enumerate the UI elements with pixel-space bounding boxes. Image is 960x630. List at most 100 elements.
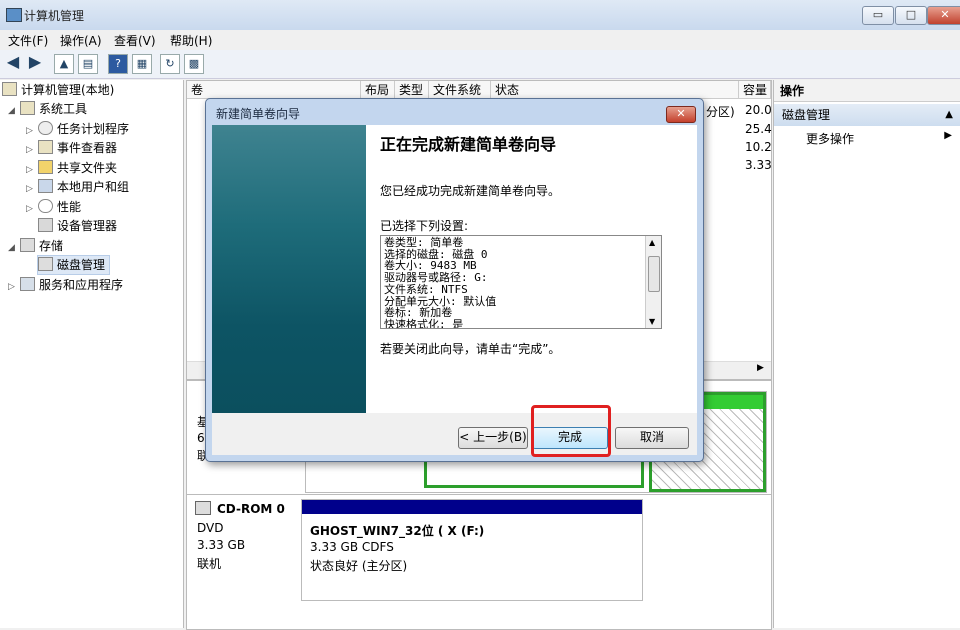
tree-performance[interactable]: ▷ 性能	[26, 198, 81, 216]
tree-shared-folders[interactable]: ▷ 共享文件夹	[26, 159, 117, 177]
storage-icon	[20, 238, 35, 252]
disk-icon	[38, 257, 53, 271]
settings-listbox[interactable]: 卷类型: 简单卷 选择的磁盘: 磁盘 0 卷大小: 9483 MB 驱动器号或路…	[380, 235, 662, 329]
wizard-close-button[interactable]: ✕	[666, 106, 696, 123]
tree-disk-management[interactable]: 磁盘管理	[36, 255, 111, 275]
settings-scrollbar[interactable]: ▲ ▼	[645, 236, 661, 328]
collapse-icon[interactable]: ◢	[8, 239, 18, 257]
expand-icon[interactable]: ▷	[26, 180, 36, 198]
minimize-button[interactable]: ▭	[862, 6, 894, 25]
column-header-status[interactable]: 状态	[491, 81, 739, 99]
wizard-body: 正在完成新建简单卷向导 您已经成功完成新建简单卷向导。 已选择下列设置: 卷类型…	[212, 125, 697, 413]
back-button[interactable]: < 上一步(B)	[458, 427, 528, 449]
cdrom-volume-size: 3.33 GB CDFS	[310, 540, 394, 554]
expand-icon[interactable]: ▷	[26, 122, 36, 140]
new-simple-volume-wizard: 新建简单卷向导 ✕ 正在完成新建简单卷向导 您已经成功完成新建简单卷向导。 已选…	[205, 98, 704, 462]
expand-icon[interactable]: ▷	[8, 278, 18, 296]
close-button[interactable]: ✕	[927, 6, 960, 25]
refresh-icon[interactable]: ↻	[160, 54, 180, 74]
tree-device-manager[interactable]: 设备管理器	[38, 217, 117, 235]
menu-action[interactable]: 操作(A)	[60, 32, 102, 49]
show-hide-tree-icon[interactable]: ▤	[78, 54, 98, 74]
help-icon[interactable]: ?	[108, 54, 128, 74]
title-bar: 计算机管理 ▭ □ ✕	[0, 0, 960, 31]
tree-local-users[interactable]: ▷ 本地用户和组	[26, 178, 129, 196]
tools-icon	[20, 101, 35, 115]
wizard-title: 新建简单卷向导	[216, 107, 301, 121]
computer-icon	[2, 82, 17, 96]
wizard-close-tip: 若要关闭此向导，请单击“完成”。	[380, 342, 561, 356]
menu-view[interactable]: 查看(V)	[114, 32, 156, 49]
tree-system-tools[interactable]: ◢ 系统工具	[8, 100, 87, 118]
tree-task-scheduler[interactable]: ▷ 任务计划程序	[26, 120, 129, 138]
actions-header: 操作	[774, 80, 960, 102]
cdrom-icon	[195, 501, 211, 515]
settings-lines: 卷类型: 简单卷 选择的磁盘: 磁盘 0 卷大小: 9483 MB 驱动器号或路…	[384, 236, 496, 329]
cdrom-volume[interactable]: GHOST_WIN7_32位 ( X (F:) 3.33 GB CDFS 状态良…	[301, 499, 643, 601]
column-header-volume[interactable]: 卷	[187, 81, 361, 99]
cdrom-type: DVD	[197, 521, 224, 535]
cdrom-volume-status: 状态良好 (主分区)	[310, 559, 408, 573]
capacity-cell: 3.33	[745, 158, 772, 172]
export-icon[interactable]: ▩	[184, 54, 204, 74]
users-icon	[38, 179, 53, 193]
capacity-cell: 10.2	[745, 140, 772, 154]
expand-icon[interactable]: ▷	[26, 161, 36, 179]
performance-icon	[38, 199, 53, 213]
cancel-button[interactable]: 取消	[615, 427, 689, 449]
wizard-done-text: 您已经成功完成新建简单卷向导。	[380, 184, 561, 198]
scroll-thumb[interactable]	[648, 256, 660, 292]
back-arrow-icon[interactable]: ◀	[4, 54, 22, 72]
services-icon	[20, 277, 35, 291]
finish-highlight-annotation	[531, 405, 611, 457]
submenu-arrow-icon: ▶	[944, 130, 952, 141]
navigation-tree: 计算机管理(本地) ◢ 系统工具 ▷ 任务计划程序 ▷ 事件查看器 ▷ 共享文件夹 ▷ 本…	[0, 80, 184, 628]
actions-pane: 操作 磁盘管理 ▲ 更多操作 ▶	[773, 80, 960, 628]
setting-line: 快速格式化: 是	[384, 317, 464, 329]
tree-root[interactable]: 计算机管理(本地)	[2, 81, 114, 99]
status-cell: 分区)	[706, 105, 735, 119]
capacity-cell: 20.0	[745, 103, 772, 117]
scroll-down-icon[interactable]: ▼	[649, 317, 655, 326]
event-log-icon	[38, 140, 53, 154]
expand-icon[interactable]: ▷	[26, 141, 36, 159]
clock-icon	[38, 121, 53, 135]
expand-icon[interactable]: ▷	[26, 200, 36, 218]
column-header-filesystem[interactable]: 文件系统	[429, 81, 491, 99]
setting-line: 文件系统: NTFS	[384, 282, 468, 296]
menu-bar: 文件(F) 操作(A) 查看(V) 帮助(H)	[0, 30, 960, 50]
cdrom-size: 3.33 GB	[197, 538, 246, 552]
cdrom-state: 联机	[197, 557, 222, 571]
window-title: 计算机管理	[24, 9, 85, 23]
column-header-layout[interactable]: 布局	[361, 81, 395, 99]
disk0-size: 6	[197, 431, 205, 445]
wizard-heading: 正在完成新建简单卷向导	[380, 135, 557, 154]
cdrom-volume-name: GHOST_WIN7_32位 ( X (F:)	[310, 524, 485, 538]
tree-services[interactable]: ▷ 服务和应用程序	[8, 276, 123, 294]
cdrom-header: CD-ROM 0	[195, 501, 285, 516]
forward-arrow-icon[interactable]: ▶	[26, 54, 44, 72]
capacity-cell: 25.4	[745, 122, 772, 136]
actions-section-disk-management[interactable]: 磁盘管理 ▲	[774, 104, 960, 126]
tree-event-viewer[interactable]: ▷ 事件查看器	[26, 139, 117, 157]
shared-folder-icon	[38, 160, 53, 174]
properties-icon[interactable]: ▦	[132, 54, 152, 74]
tree-storage[interactable]: ◢ 存储	[8, 237, 63, 255]
collapse-icon[interactable]: ◢	[8, 102, 18, 120]
more-actions[interactable]: 更多操作 ▶	[806, 130, 956, 147]
column-header-type[interactable]: 类型	[395, 81, 429, 99]
scroll-right-icon[interactable]: ▶	[757, 363, 764, 373]
selected-settings-label: 已选择下列设置:	[380, 219, 469, 233]
wizard-button-bar: < 上一步(B) 完成 取消	[212, 413, 697, 455]
menu-help[interactable]: 帮助(H)	[170, 32, 212, 49]
maximize-button[interactable]: □	[895, 6, 927, 25]
up-folder-icon[interactable]: ▲	[54, 54, 74, 74]
setting-line: 卷类型: 简单卷	[384, 236, 464, 249]
column-header-capacity[interactable]: 容量	[739, 81, 771, 99]
toolbar: ◀ ▶ ▲ ▤ ? ▦ ↻ ▩	[0, 50, 960, 79]
wizard-side-banner	[212, 125, 366, 413]
menu-file[interactable]: 文件(F)	[8, 32, 48, 49]
scroll-up-icon[interactable]: ▲	[649, 238, 655, 247]
collapse-up-icon[interactable]: ▲	[945, 104, 953, 126]
device-manager-icon	[38, 218, 53, 232]
